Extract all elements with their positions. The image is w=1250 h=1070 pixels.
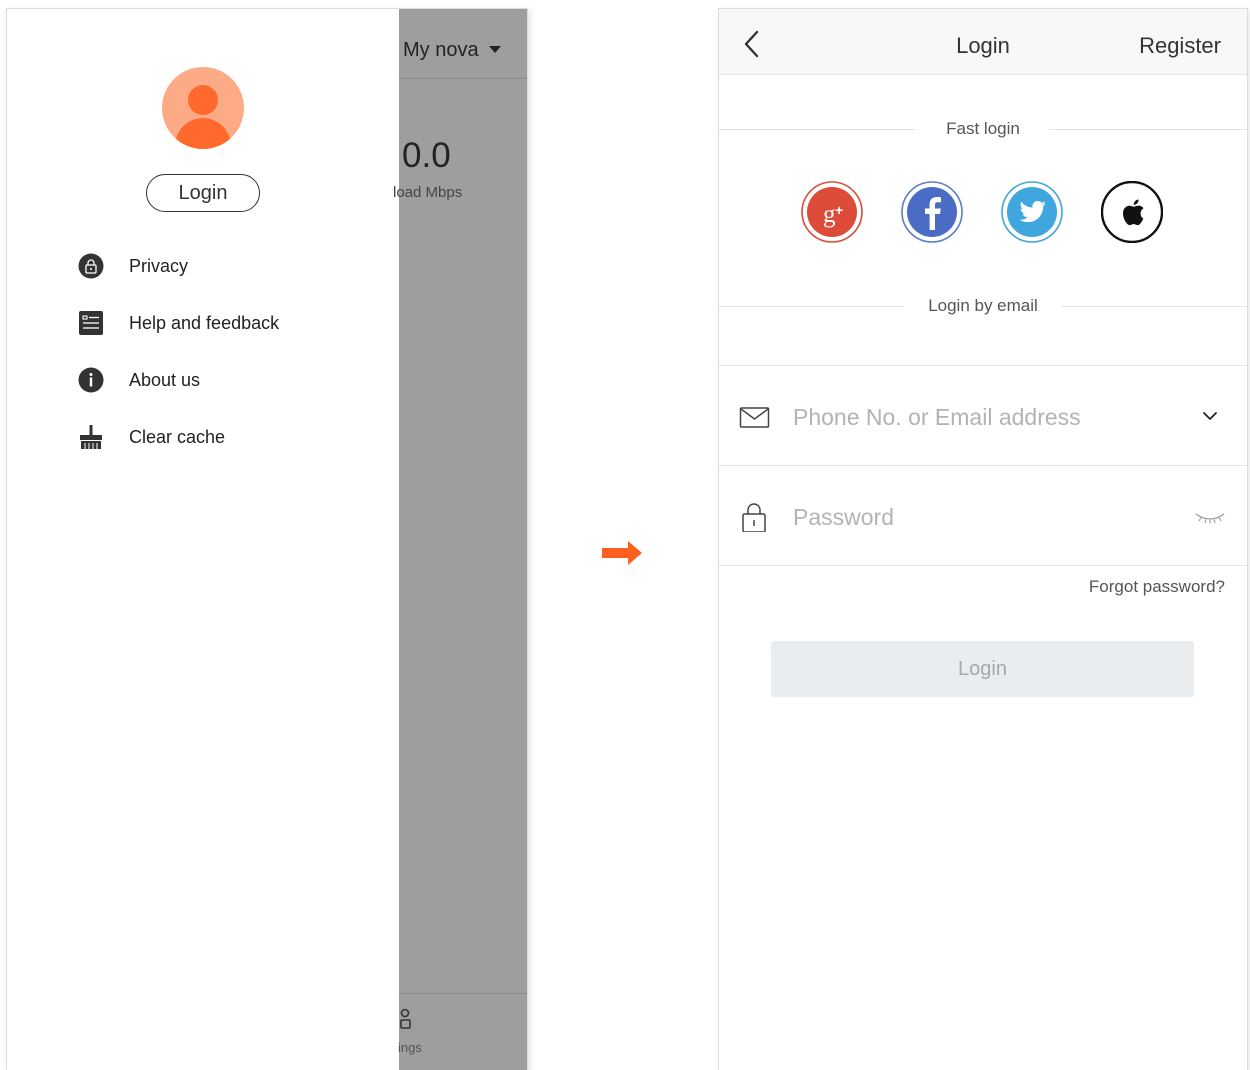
user-icon: [174, 85, 232, 149]
menu-item-label: Help and feedback: [129, 312, 280, 333]
dimmed-background-app[interactable]: My nova 0.0 load Mbps ings: [393, 9, 527, 1070]
menu-item-label: Privacy: [129, 255, 189, 276]
register-link[interactable]: Register: [1139, 33, 1221, 59]
account-input[interactable]: [793, 396, 1153, 438]
avatar[interactable]: [162, 67, 244, 149]
eye-closed-icon[interactable]: [1195, 506, 1225, 528]
facebook-button[interactable]: [901, 181, 963, 243]
app-top-bar: My nova: [399, 9, 527, 79]
login-button[interactable]: Login: [771, 641, 1194, 697]
menu-item-help-feedback[interactable]: Help and feedback: [77, 308, 279, 338]
menu-item-about-us[interactable]: About us: [77, 365, 200, 395]
arrow-right-icon: [602, 541, 642, 565]
email-login-label: Login by email: [904, 296, 1062, 315]
menu-item-privacy[interactable]: Privacy: [77, 251, 188, 281]
network-selector: My nova: [403, 39, 501, 62]
app-bottom-bar: ings: [398, 993, 527, 1070]
twitter-icon: [1001, 181, 1063, 243]
svg-text:+: +: [835, 202, 843, 218]
nav-bar: Login Register: [719, 9, 1247, 75]
lock-icon: [742, 503, 766, 532]
password-input[interactable]: [793, 496, 1153, 538]
twitter-button[interactable]: [1001, 181, 1063, 243]
apple-icon: [1100, 180, 1164, 244]
broom-icon: [77, 423, 105, 451]
lock-icon: [77, 252, 105, 280]
drawer-login-button[interactable]: Login: [146, 174, 260, 212]
tab-label: ings: [398, 1040, 422, 1055]
right-phone-screen: Login Register Fast login g + Login by em…: [718, 8, 1248, 1070]
account-field: [719, 366, 1247, 466]
forgot-password-link[interactable]: Forgot password?: [1089, 577, 1225, 597]
speed-value: 0.0: [402, 136, 451, 175]
caret-down-icon: [488, 46, 501, 53]
google-plus-button[interactable]: g +: [801, 181, 863, 243]
email-login-divider: Login by email: [719, 296, 1247, 316]
menu-item-label: Clear cache: [129, 426, 226, 447]
side-drawer: Login Privacy Help and feedback About us…: [7, 9, 399, 1070]
password-field: [719, 466, 1247, 566]
fast-login-divider: Fast login: [719, 119, 1247, 139]
chevron-down-icon[interactable]: [1195, 406, 1225, 428]
menu-item-label: About us: [129, 369, 201, 390]
settings-icon: [400, 1008, 411, 1029]
google-plus-icon: g +: [801, 181, 863, 243]
apple-button[interactable]: [1100, 180, 1164, 244]
speed-label: load Mbps: [393, 184, 463, 201]
list-icon: [77, 309, 105, 337]
fast-login-label: Fast login: [922, 119, 1044, 138]
mail-icon: [739, 407, 770, 428]
left-phone-screen: Login Privacy Help and feedback About us…: [6, 8, 528, 1070]
menu-item-clear-cache[interactable]: Clear cache: [77, 422, 225, 452]
info-icon: [77, 366, 105, 394]
facebook-icon: [901, 181, 963, 243]
